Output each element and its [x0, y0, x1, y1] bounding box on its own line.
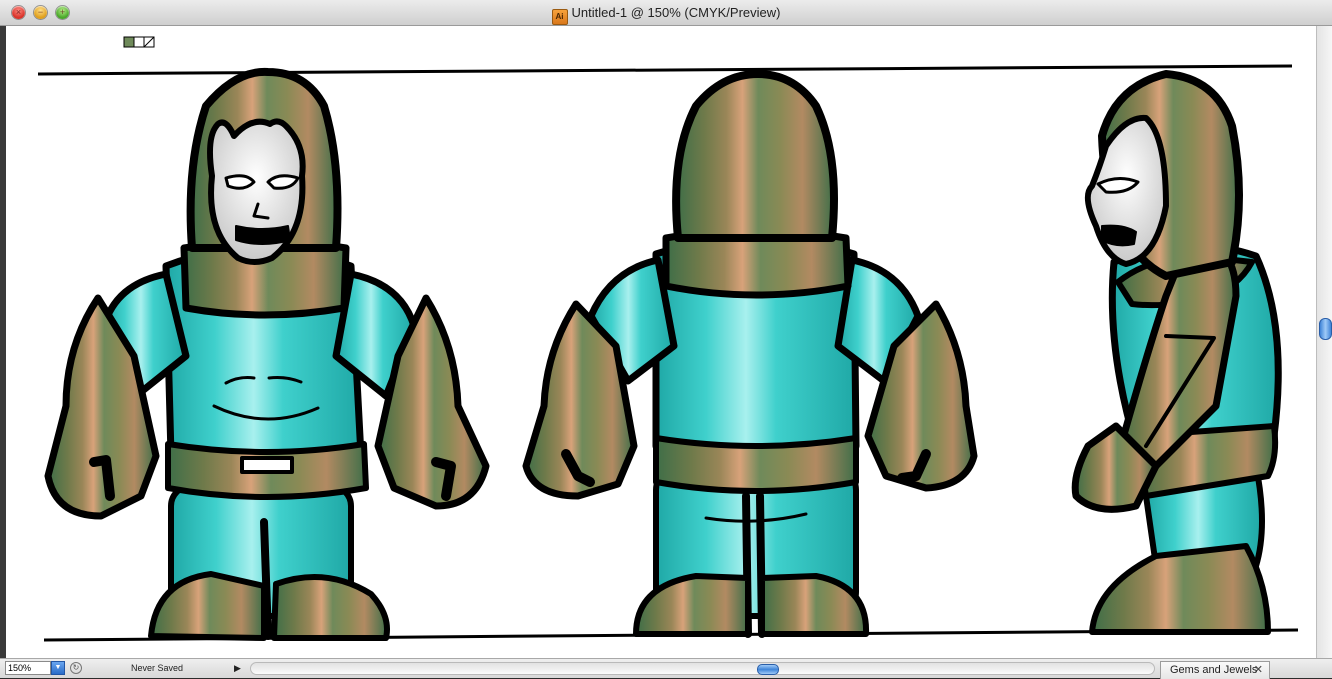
status-menu-arrow-icon[interactable]: ▶ [234, 661, 241, 675]
artboard-canvas[interactable] [6, 26, 1316, 658]
color-swatch-chip[interactable] [123, 36, 155, 48]
figure-side-view[interactable] [1071, 70, 1282, 635]
zoom-level-field[interactable]: 150% [5, 661, 51, 675]
illustrator-doc-icon: Ai [551, 9, 568, 25]
vertical-scroll-thumb[interactable] [1319, 318, 1332, 340]
status-bar: 150% ▼ ↻ Never Saved ▶ Gems and Jewels ✕ [0, 658, 1332, 679]
window-title: Ai Untitled-1 @ 150% (CMYK/Preview) [0, 0, 1332, 26]
illustrator-document-window: × − + Ai Untitled-1 @ 150% (CMYK/Preview) [0, 0, 1332, 679]
panel-tab-gems-and-jewels[interactable]: Gems and Jewels ✕ [1160, 661, 1270, 679]
refresh-icon[interactable]: ↻ [70, 662, 82, 674]
character-turnaround-artwork[interactable] [6, 26, 1316, 658]
top-guide-line [37, 64, 1293, 76]
save-status-text: Never Saved [131, 663, 184, 673]
panel-tab-label: Gems and Jewels [1170, 664, 1258, 676]
title-bar[interactable]: × − + Ai Untitled-1 @ 150% (CMYK/Preview) [0, 0, 1332, 26]
zoom-dropdown-arrow[interactable]: ▼ [51, 661, 65, 675]
vertical-scrollbar[interactable] [1316, 26, 1332, 658]
horizontal-scroll-thumb[interactable] [757, 664, 779, 675]
figure-back-view[interactable] [522, 70, 978, 638]
close-icon[interactable]: ✕ [1254, 662, 1263, 678]
window-title-text: Untitled-1 @ 150% (CMYK/Preview) [571, 5, 781, 20]
figure-front-view[interactable] [44, 67, 490, 641]
horizontal-scrollbar[interactable] [250, 662, 1155, 675]
